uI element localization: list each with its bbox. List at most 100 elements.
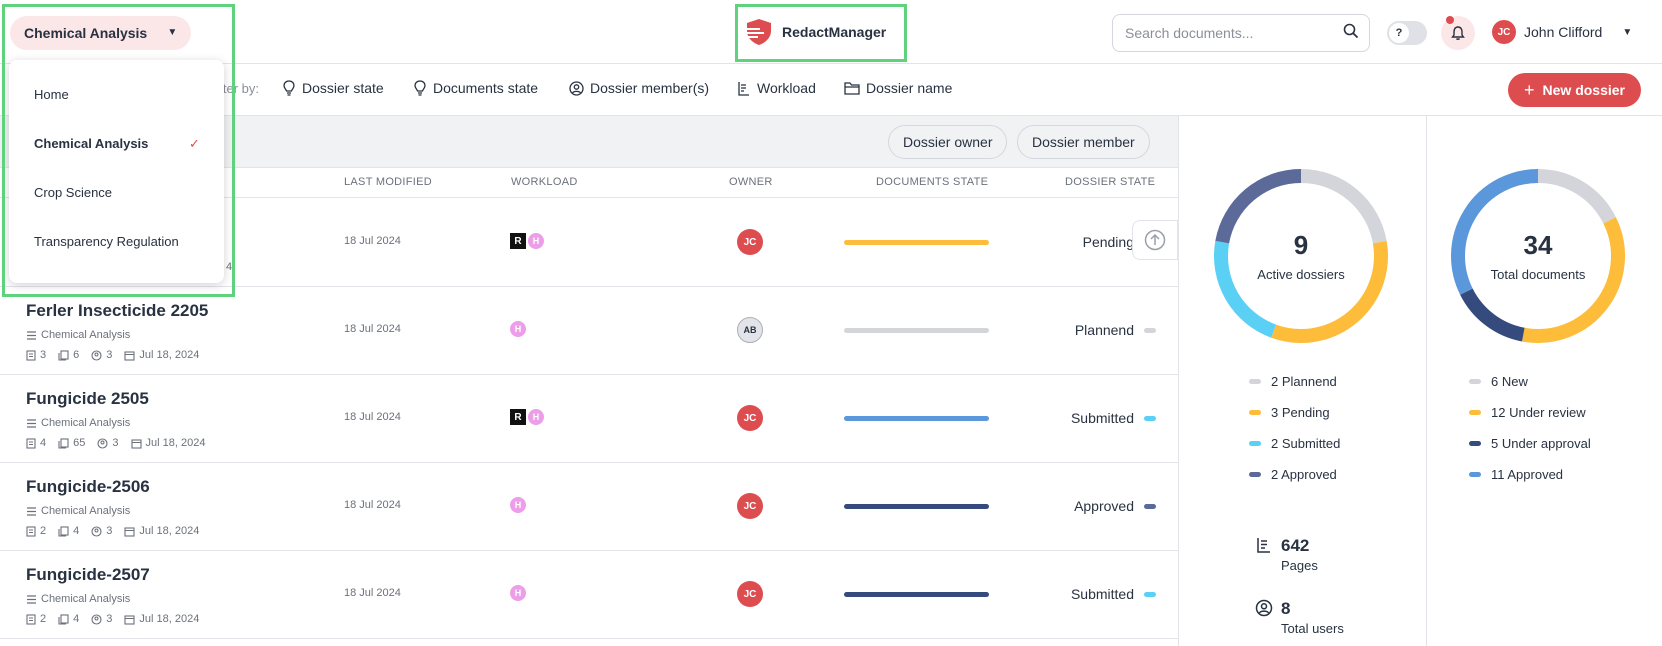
notification-dot [1446,16,1454,24]
dossier-template-label: Chemical Analysis [41,593,131,605]
legend-item[interactable]: 12 Under review [1469,397,1591,428]
row-workload: H [510,321,526,337]
plus-icon: + [1524,80,1535,100]
table-row[interactable]: Fungicide 2505 Chemical Analysis 4 65 3 … [0,375,1178,463]
filter-dossier-members[interactable]: Dossier member(s) [569,80,709,96]
dossier-title[interactable]: Fungicide-2506 [26,477,150,497]
lightbulb-icon [283,80,295,96]
app-logo[interactable]: RedactManager [744,14,886,50]
new-dossier-label: New dossier [1542,82,1625,98]
legend-label: 3 Pending [1271,405,1330,420]
new-dossier-button[interactable]: + New dossier [1508,73,1641,107]
members-count: 3 [106,525,113,537]
owner-avatar: JC [737,229,763,255]
template-icon [27,330,36,340]
pages-value: 642 [1281,536,1310,555]
workspace-selector-button[interactable]: Chemical Analysis ▼ [10,16,192,50]
column-last-modified[interactable]: LAST MODIFIED [344,176,432,188]
filter-workload[interactable]: Workload [737,80,816,96]
menu-item-transparency-regulation[interactable]: Transparency Regulation [34,234,179,249]
scroll-to-top-button[interactable] [1132,220,1178,260]
legend-item[interactable]: 6 New [1469,366,1591,397]
total-documents-donut: 34 Total documents [1448,166,1628,346]
row-last-modified: 18 Jul 2024 [344,323,401,335]
pages-stat: 642 Pages [1255,536,1318,573]
documents-state-bar [844,240,989,245]
column-owner[interactable]: OWNER [729,176,773,188]
help-mode-toggle[interactable]: ? [1387,21,1427,45]
filter-dossier-state[interactable]: Dossier state [282,80,384,96]
dossier-state-indicator [1144,504,1156,509]
quick-filter-dossier-member[interactable]: Dossier member [1017,125,1150,159]
help-toggle-glyph: ? [1395,27,1403,39]
calendar-icon [124,526,135,537]
legend-label: 12 Under review [1491,405,1586,420]
legend-item[interactable]: 11 Approved [1469,459,1591,490]
workload-highlight-badge: H [510,321,526,337]
workload-redaction-badge: R [510,233,526,249]
legend-label: 2 Submitted [1271,436,1341,451]
docs-count: 3 [40,349,47,361]
docs-count: 4 [40,437,47,449]
row-workload: R H [510,409,544,425]
document-icon [26,437,36,449]
dossier-title[interactable]: Fungicide 2505 [26,389,149,409]
table-row[interactable]: Fungicide-2506 Chemical Analysis 2 4 3 J… [0,463,1178,551]
column-dossier-state[interactable]: DOSSIER STATE [1065,176,1155,188]
row-workload: H [510,497,526,513]
dossier-state-label: Submitted [1070,586,1134,602]
dossier-meta: 2 4 3 Jul 18, 2024 [26,613,207,625]
files-count: 4 [73,613,80,625]
files-count: 65 [73,437,86,449]
legend-item[interactable]: 2 Approved [1249,459,1340,490]
menu-item-chemical-analysis[interactable]: Chemical Analysis [34,136,148,151]
filter-dossier-name[interactable]: Dossier name [844,80,952,96]
legend-item[interactable]: 3 Pending [1249,397,1340,428]
menu-item-crop-science[interactable]: Crop Science [34,185,112,200]
caret-down-icon: ▼ [167,27,178,38]
users-value: 8 [1281,599,1291,618]
user-name: John Clifford [1524,24,1603,40]
top-bar: Chemical Analysis ▼ RedactManager ? JC J… [0,0,1662,64]
filter-documents-state[interactable]: Documents state [413,80,538,96]
legend-item[interactable]: 2 Plannend [1249,366,1340,397]
dossier-template-label: Chemical Analysis [41,505,131,517]
files-count: 6 [73,349,80,361]
row-workload: H [510,585,526,601]
menu-item-home[interactable]: Home [34,87,69,102]
row-owner: JC [737,581,763,607]
filter-label: lter by: [220,81,260,96]
document-icon [26,349,36,361]
files-icon [58,525,69,537]
dossier-title[interactable]: Fungicide-2507 [26,565,150,585]
table-row[interactable]: Fungicide-2507 Chemical Analysis 2 4 3 J… [0,551,1178,639]
column-documents-state[interactable]: DOCUMENTS STATE [876,176,988,188]
row-owner: JC [737,405,763,431]
calendar-icon [130,438,142,449]
column-workload[interactable]: WORKLOAD [511,176,578,188]
document-icon [26,525,36,537]
files-icon [58,613,69,625]
search-input[interactable] [1112,14,1370,52]
notifications-button[interactable] [1441,16,1475,50]
documents-state-bar [844,504,989,509]
owner-avatar: JC [737,493,763,519]
table-row[interactable]: Ferler Insecticide 2205 Chemical Analysi… [0,287,1178,375]
legend-item[interactable]: 5 Under approval [1469,428,1591,459]
filter-documents-state-label: Documents state [433,80,539,96]
filter-dossier-name-label: Dossier name [866,80,953,96]
dossier-template: Chemical Analysis [26,593,130,605]
user-menu[interactable]: JC John Clifford ▼ [1492,20,1632,44]
search-icon[interactable] [1343,23,1359,39]
dossier-date: Jul 18, 2024 [139,525,200,537]
shield-logo-icon [746,19,771,45]
legend-swatch [1249,379,1261,384]
legend-item[interactable]: 2 Submitted [1249,428,1340,459]
legend-label: 11 Approved [1491,467,1564,482]
dossier-title[interactable]: Ferler Insecticide 2205 [26,301,208,321]
legend-swatch [1469,379,1481,384]
filter-workload-label: Workload [757,80,816,96]
owner-avatar: AB [737,317,763,343]
quick-filter-dossier-owner[interactable]: Dossier owner [888,125,1008,159]
dossier-template: Chemical Analysis [26,329,130,341]
